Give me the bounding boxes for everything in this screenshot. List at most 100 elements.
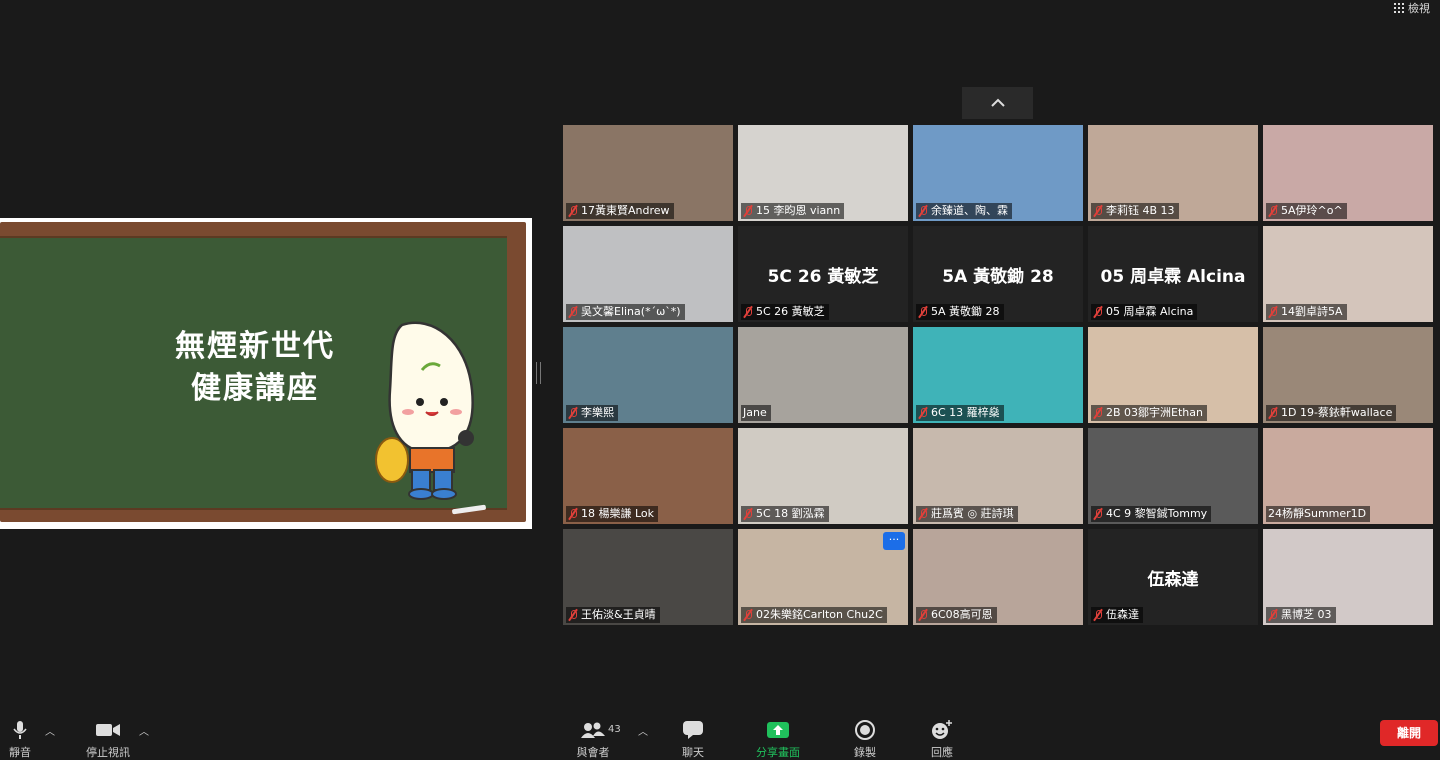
participant-name: 02朱樂銘Carlton Chu2C <box>756 608 883 621</box>
participant-name-tag: 黑博芝 03 <box>1266 607 1336 623</box>
mic-muted-icon <box>743 306 753 318</box>
participant-tile[interactable]: 5A伊玲^o^ <box>1263 125 1433 221</box>
leave-meeting-button[interactable]: 離開 <box>1380 720 1438 746</box>
participant-tile[interactable]: 5C 18 劉泓霖 <box>738 428 908 524</box>
participant-display-name: 05 周卓霖 Alcina <box>1100 267 1246 287</box>
participant-name-tag: 15 李昀恩 viann <box>741 203 845 219</box>
more-options-icon[interactable]: ··· <box>883 532 905 550</box>
mute-button[interactable]: 靜音 <box>0 719 50 760</box>
mic-muted-icon <box>1093 609 1103 621</box>
participant-name: 24杨靜Summer1D <box>1268 507 1367 520</box>
split-view-handle[interactable] <box>536 362 541 384</box>
mic-muted-icon <box>743 609 753 621</box>
participant-tile[interactable]: 14劉卓詩5A <box>1263 226 1433 322</box>
mic-muted-icon <box>568 205 578 217</box>
collapse-gallery-button[interactable] <box>962 87 1033 119</box>
stop-video-button[interactable]: 停止視訊 <box>78 719 138 760</box>
share-screen-label: 分享畫面 <box>756 746 800 759</box>
participant-tile[interactable]: Jane <box>738 327 908 423</box>
participant-name-tag: 6C 13 羅梓燊 <box>916 405 1004 421</box>
participants-label: 與會者 <box>576 746 610 759</box>
participant-tile[interactable]: 4C 9 黎智鋮Tommy <box>1088 428 1258 524</box>
reactions-button[interactable]: 回應 <box>912 719 972 760</box>
participant-name: 05 周卓霖 Alcina <box>1106 305 1194 318</box>
participant-tile[interactable]: 5C 26 黃敏芝 5C 26 黃敏芝 <box>738 226 908 322</box>
participant-name: 1D 19-蔡銥軒wallace <box>1281 406 1393 419</box>
record-label: 錄製 <box>854 746 876 759</box>
participants-options-caret[interactable]: ︿ <box>638 723 648 738</box>
participant-tile[interactable]: 黑博芝 03 <box>1263 529 1433 625</box>
mic-muted-icon <box>1268 609 1278 621</box>
board-title-line2: 健康講座 <box>191 371 319 406</box>
video-gallery: 17黃東賢Andrew 15 李昀恩 viann 余臻道、陶、霖 李莉钰 4B 13 5… <box>563 125 1433 625</box>
mic-muted-icon <box>568 407 578 419</box>
mic-muted-icon <box>1268 407 1278 419</box>
participant-name: 余臻道、陶、霖 <box>931 204 1008 217</box>
mic-muted-icon <box>568 306 578 318</box>
participant-tile[interactable]: 莊爲賓 ◎ 莊詩琪 <box>913 428 1083 524</box>
microphone-icon <box>0 719 50 741</box>
board-title-line1: 無煙新世代 <box>175 329 335 364</box>
participant-tile[interactable]: 6C08高可恩 <box>913 529 1083 625</box>
participant-name-tag: 2B 03鄒宇洲Ethan <box>1091 405 1207 421</box>
participant-tile[interactable]: 6C 13 羅梓燊 <box>913 327 1083 423</box>
participant-name-tag: 5C 26 黃敏芝 <box>741 304 829 320</box>
participant-tile[interactable]: 李莉钰 4B 13 <box>1088 125 1258 221</box>
participant-tile[interactable]: 吳文馨Elina(*´ω`*) <box>563 226 733 322</box>
view-button-label: 檢視 <box>1408 2 1430 15</box>
mic-muted-icon <box>918 205 928 217</box>
mic-muted-icon <box>1268 205 1278 217</box>
participant-display-name: 5A 黃敬鋤 28 <box>942 267 1054 287</box>
participant-name: 5A伊玲^o^ <box>1281 204 1343 217</box>
participant-tile[interactable]: 李樂熙 <box>563 327 733 423</box>
participant-name: 15 李昀恩 viann <box>756 204 841 217</box>
participant-name-tag: 4C 9 黎智鋮Tommy <box>1091 506 1212 522</box>
record-button[interactable]: 錄製 <box>835 719 895 760</box>
mute-label: 靜音 <box>9 746 31 759</box>
participant-tile[interactable]: 伍森達 伍森達 <box>1088 529 1258 625</box>
participant-name: 5C 18 劉泓霖 <box>756 507 825 520</box>
chat-bubble-icon <box>663 719 723 741</box>
mic-muted-icon <box>918 508 928 520</box>
participant-name-tag: 18 楊樂謙 Lok <box>566 506 659 522</box>
participant-tile[interactable]: 17黃東賢Andrew <box>563 125 733 221</box>
participant-tile[interactable]: 24杨靜Summer1D <box>1263 428 1433 524</box>
mic-muted-icon <box>743 205 753 217</box>
participant-name: 4C 9 黎智鋮Tommy <box>1106 507 1208 520</box>
participant-tile[interactable]: 5A 黃敬鋤 28 5A 黃敬鋤 28 <box>913 226 1083 322</box>
share-screen-button[interactable]: 分享畫面 <box>748 719 808 760</box>
meeting-toolbar: 靜音 ︿ 停止視訊 ︿ 與會者 43 ︿ 聊天 分享畫面 錄製 回應 離開 <box>0 707 1440 759</box>
board-title: 無煙新世代 健康講座 <box>150 326 360 410</box>
record-icon <box>835 719 895 741</box>
participant-name: 6C08高可恩 <box>931 608 993 621</box>
participant-tile[interactable]: 余臻道、陶、霖 <box>913 125 1083 221</box>
participant-tile[interactable]: 王佑淡&王貞晴 <box>563 529 733 625</box>
participant-name: 李樂熙 <box>581 406 614 419</box>
participant-tile[interactable]: 2B 03鄒宇洲Ethan <box>1088 327 1258 423</box>
participant-tile[interactable]: 18 楊樂謙 Lok <box>563 428 733 524</box>
mic-muted-icon <box>1093 508 1103 520</box>
participant-tile[interactable]: 1D 19-蔡銥軒wallace <box>1263 327 1433 423</box>
mic-muted-icon <box>1093 306 1103 318</box>
mic-muted-icon <box>568 609 578 621</box>
participant-name: 5A 黃敬鋤 28 <box>931 305 1000 318</box>
mic-muted-icon <box>1268 306 1278 318</box>
participant-tile[interactable]: ··· 02朱樂銘Carlton Chu2C <box>738 529 908 625</box>
view-button[interactable]: 檢視 <box>1394 0 1430 16</box>
participant-name-tag: 6C08高可恩 <box>916 607 997 623</box>
participant-name: 18 楊樂謙 Lok <box>581 507 655 520</box>
mic-muted-icon <box>918 609 928 621</box>
participant-name: 黑博芝 03 <box>1281 608 1332 621</box>
participant-name-tag: Jane <box>741 405 771 421</box>
participant-name: 5C 26 黃敏芝 <box>756 305 825 318</box>
participant-tile[interactable]: 15 李昀恩 viann <box>738 125 908 221</box>
video-camera-icon <box>78 719 138 741</box>
chevron-up-icon <box>990 98 1005 107</box>
video-options-caret[interactable]: ︿ <box>139 723 149 738</box>
participant-name-tag: 02朱樂銘Carlton Chu2C <box>741 607 887 623</box>
participant-tile[interactable]: 05 周卓霖 Alcina 05 周卓霖 Alcina <box>1088 226 1258 322</box>
participant-display-name: 伍森達 <box>1147 570 1199 590</box>
audio-options-caret[interactable]: ︿ <box>45 723 55 738</box>
participant-name-tag: 5C 18 劉泓霖 <box>741 506 829 522</box>
chat-button[interactable]: 聊天 <box>663 719 723 760</box>
